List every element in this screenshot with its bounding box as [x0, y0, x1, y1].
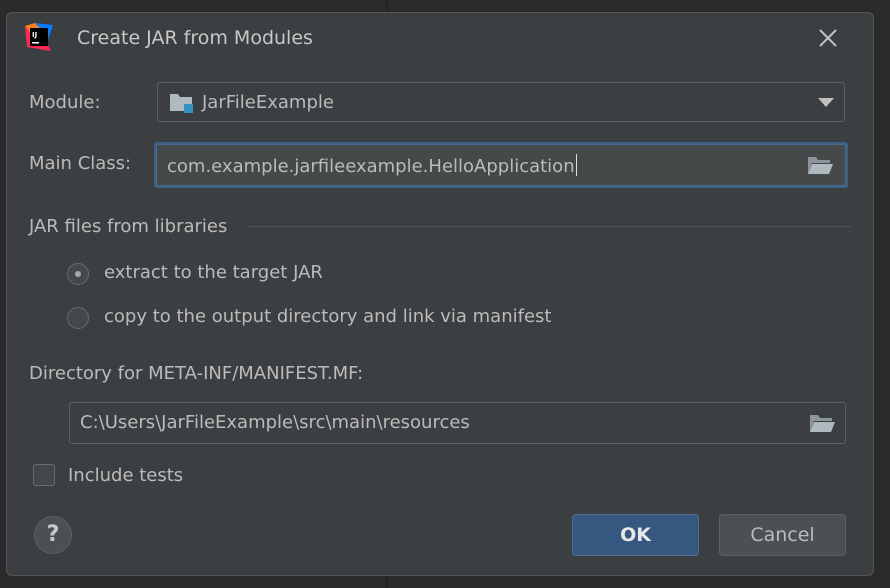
title-bar: IJ Create JAR from Modules: [7, 13, 873, 69]
main-class-input[interactable]: com.example.jarfileexample.HelloApplicat…: [154, 142, 848, 188]
include-tests-checkbox[interactable]: [33, 464, 55, 486]
main-class-value[interactable]: com.example.jarfileexample.HelloApplicat…: [167, 154, 577, 177]
ok-button[interactable]: OK: [572, 514, 699, 556]
open-folder-icon[interactable]: [806, 154, 834, 176]
intellij-idea-icon: IJ: [25, 23, 53, 51]
dialog-title: Create JAR from Modules: [77, 27, 313, 49]
open-folder-icon[interactable]: [808, 412, 836, 434]
radio-extract-label: extract to the target JAR: [104, 262, 323, 283]
radio-button-unselected[interactable]: [67, 307, 89, 329]
libraries-section-title: JAR files from libraries: [29, 216, 228, 237]
svg-text:IJ: IJ: [32, 31, 37, 39]
cancel-button[interactable]: Cancel: [719, 514, 846, 556]
create-jar-dialog: IJ Create JAR from Modules Module: JarFi…: [6, 12, 874, 576]
module-label: Module:: [29, 92, 101, 113]
manifest-directory-input[interactable]: C:\Users\JarFileExample\src\main\resourc…: [69, 402, 846, 444]
manifest-directory-value[interactable]: C:\Users\JarFileExample\src\main\resourc…: [80, 412, 470, 433]
radio-button-selected[interactable]: [67, 263, 89, 285]
text-caret: [575, 154, 577, 176]
module-value: JarFileExample: [202, 92, 334, 113]
main-class-label: Main Class:: [29, 153, 132, 174]
radio-copy-label: copy to the output directory and link vi…: [104, 306, 552, 327]
manifest-directory-label: Directory for META-INF/MANIFEST.MF:: [29, 363, 364, 384]
module-dropdown[interactable]: JarFileExample: [157, 82, 845, 122]
module-folder-icon: [169, 91, 195, 119]
include-tests-label: Include tests: [68, 465, 184, 486]
help-button[interactable]: ?: [34, 516, 72, 554]
section-separator: [247, 226, 851, 227]
chevron-down-icon[interactable]: [818, 98, 834, 107]
close-icon[interactable]: [817, 27, 839, 49]
